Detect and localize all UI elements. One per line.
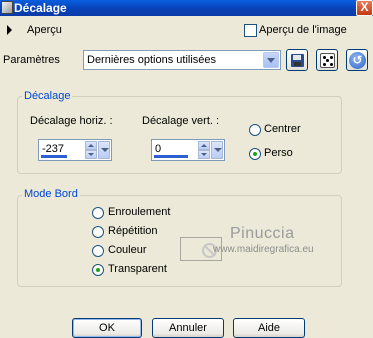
- edge-mode-group-legend: Mode Bord: [22, 188, 80, 200]
- save-icon: [291, 54, 304, 67]
- horizontal-offset-label: Décalage horiz. :: [30, 115, 113, 127]
- horizontal-offset-field[interactable]: -237: [38, 139, 112, 161]
- randomize-button[interactable]: [316, 49, 338, 71]
- color-radio-label: Couleur: [108, 244, 147, 256]
- vertical-offset-stepper[interactable]: [198, 141, 210, 159]
- window-title: Décalage: [14, 1, 67, 15]
- save-preset-button[interactable]: [286, 49, 308, 71]
- vertical-offset-slider-bar[interactable]: [154, 155, 188, 158]
- presets-select[interactable]: Dernières options utilisées: [83, 50, 281, 70]
- offset-group: [17, 96, 342, 174]
- horizontal-offset-stepper[interactable]: [85, 141, 97, 159]
- horizontal-offset-value: -237: [42, 143, 65, 155]
- center-radio[interactable]: [249, 124, 261, 136]
- vertical-offset-field[interactable]: 0: [151, 139, 225, 161]
- expand-arrow-icon[interactable]: [7, 25, 12, 35]
- ok-button[interactable]: OK: [72, 318, 142, 338]
- decrement-icon[interactable]: [85, 150, 97, 159]
- increment-icon[interactable]: [198, 141, 210, 150]
- color-radio[interactable]: [92, 245, 104, 257]
- reset-button[interactable]: ↺: [346, 49, 368, 71]
- vertical-offset-value: 0: [155, 143, 162, 155]
- vertical-offset-label: Décalage vert. :: [142, 115, 220, 127]
- horizontal-offset-slider-bar[interactable]: [41, 155, 67, 158]
- chevron-down-icon[interactable]: [263, 52, 279, 68]
- random-dice-icon: [320, 53, 335, 68]
- transparent-radio[interactable]: [92, 264, 104, 276]
- help-button[interactable]: Aide: [233, 318, 305, 338]
- wrap-radio[interactable]: [92, 207, 104, 219]
- chevron-down-icon[interactable]: [211, 141, 223, 159]
- increment-icon[interactable]: [85, 141, 97, 150]
- app-icon: [1, 1, 13, 14]
- decrement-icon[interactable]: [198, 150, 210, 159]
- chevron-down-icon[interactable]: [98, 141, 110, 159]
- offset-group-legend: Décalage: [22, 90, 73, 102]
- custom-radio[interactable]: [249, 148, 261, 160]
- image-preview-label: Aperçu de l'image: [259, 24, 347, 36]
- preview-label[interactable]: Aperçu: [27, 24, 62, 36]
- custom-radio-label: Perso: [264, 147, 293, 159]
- image-preview-checkbox[interactable]: [244, 24, 257, 37]
- repeat-radio[interactable]: [92, 226, 104, 238]
- presets-select-value: Dernières options utilisées: [87, 54, 217, 66]
- cancel-button[interactable]: Annuler: [152, 318, 224, 338]
- wrap-radio-label: Enroulement: [108, 206, 171, 218]
- watermark-title: Pinuccia: [230, 225, 295, 242]
- transparent-radio-label: Transparent: [108, 263, 167, 275]
- repeat-radio-label: Répétition: [108, 225, 158, 237]
- parameters-label: Paramètres: [3, 54, 60, 66]
- watermark-url: www.maidiregrafica.eu: [213, 244, 314, 255]
- center-radio-label: Centrer: [264, 123, 301, 135]
- title-bar: Décalage X: [0, 0, 373, 16]
- reset-icon: ↺: [349, 52, 366, 69]
- preview-row: Aperçu Aperçu de l'image: [0, 16, 373, 44]
- close-button[interactable]: X: [356, 0, 373, 16]
